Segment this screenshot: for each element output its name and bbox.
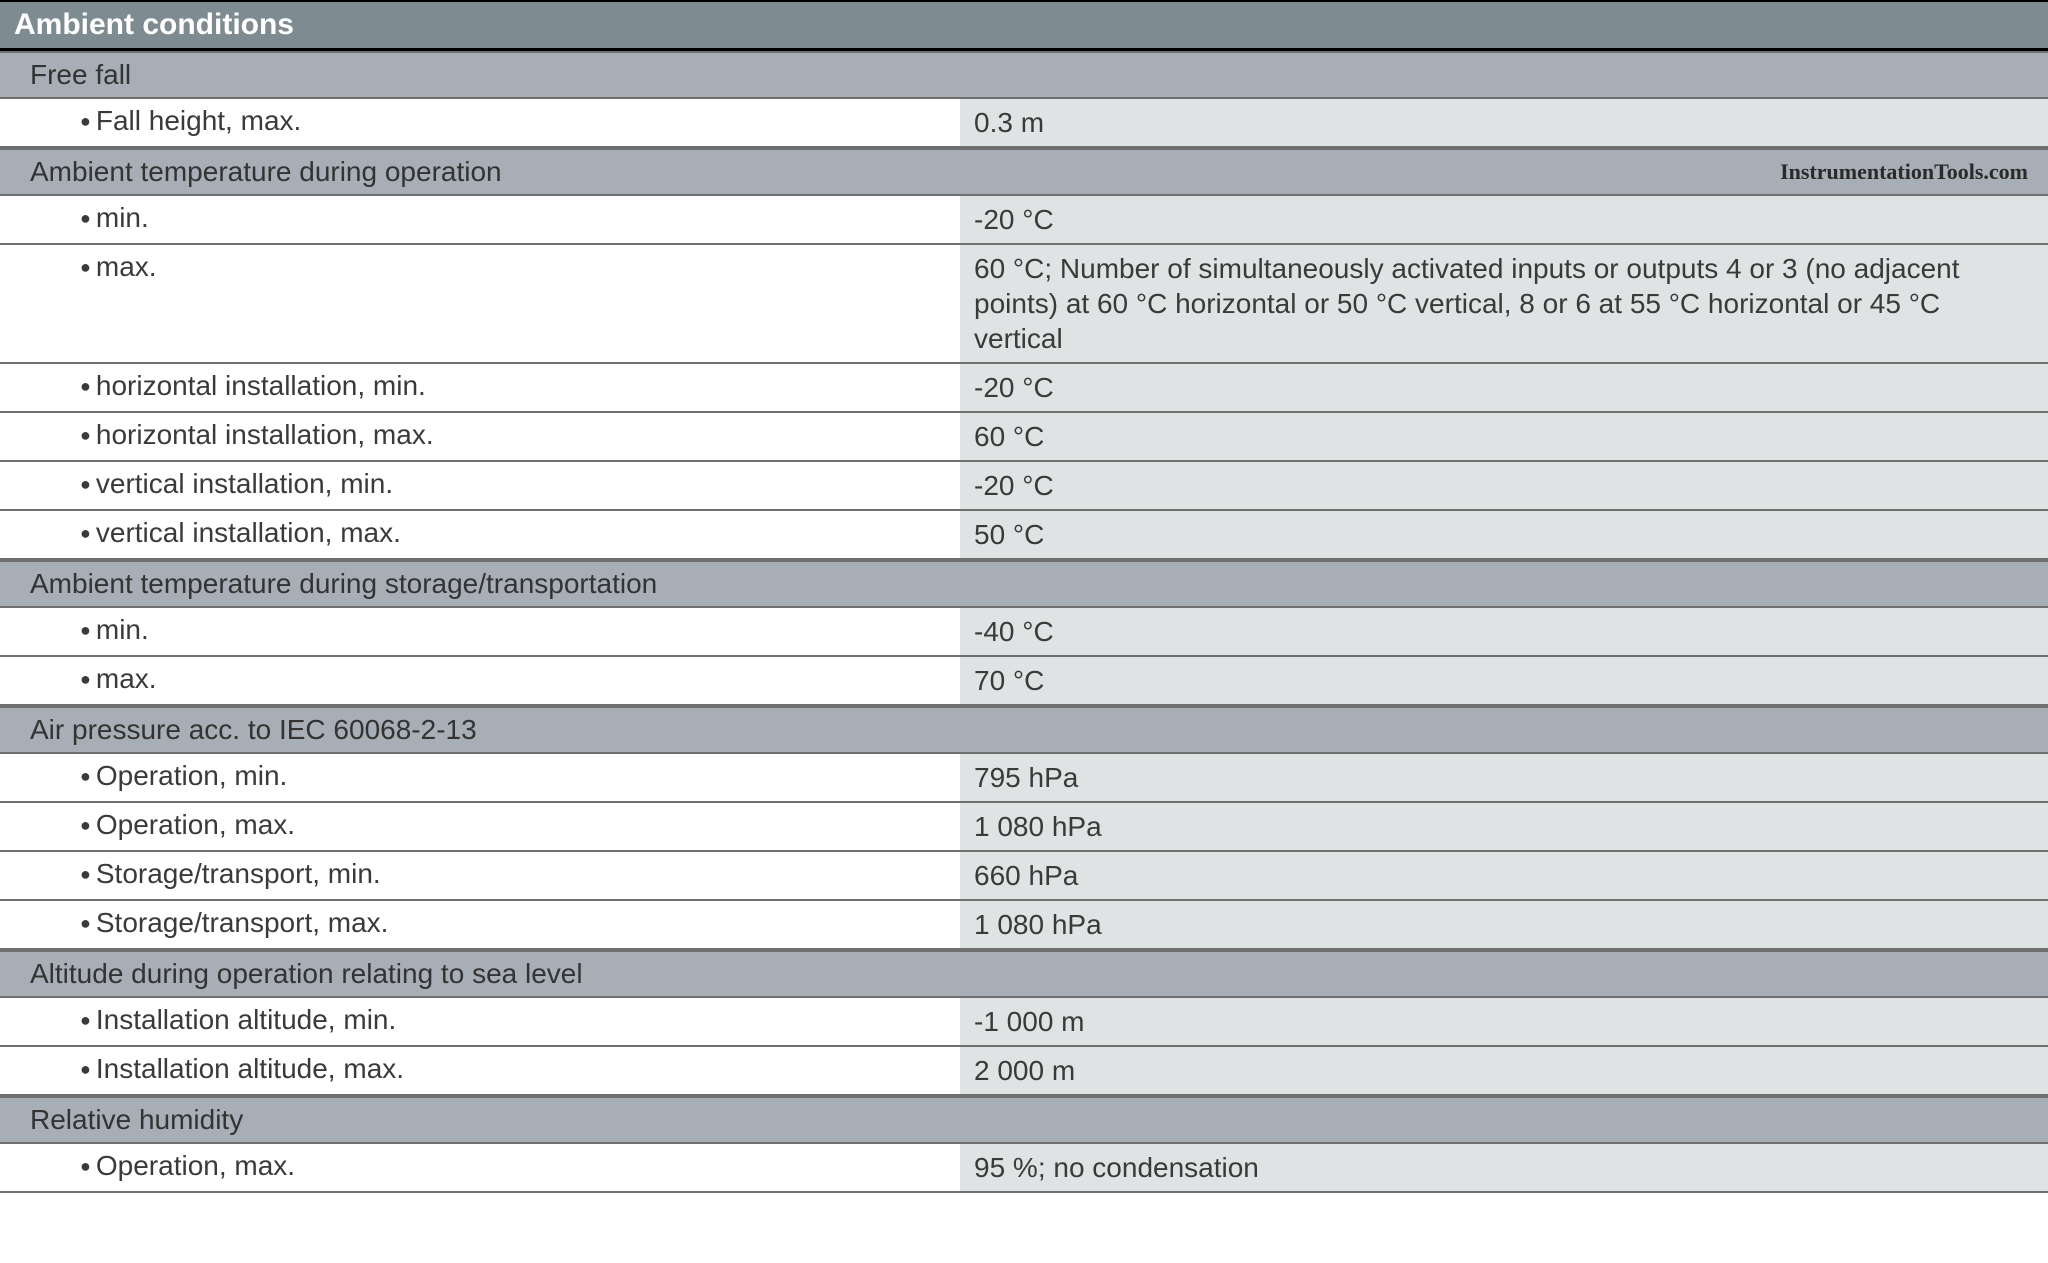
row-label: Operation, max. [0, 1144, 960, 1191]
section-title: Ambient conditions [0, 0, 2048, 51]
table-row: Installation altitude, min.-1 000 m [0, 998, 2048, 1047]
row-label: Fall height, max. [0, 99, 960, 146]
row-label: max. [0, 657, 960, 704]
row-value: 660 hPa [960, 852, 2048, 899]
row-label: Installation altitude, max. [0, 1047, 960, 1094]
table-row: Storage/transport, max.1 080 hPa [0, 901, 2048, 950]
groups-container: Free fallFall height, max.0.3 mAmbient t… [0, 51, 2048, 1193]
category-heading: Relative humidity [0, 1096, 2048, 1144]
category-heading: Ambient temperature during operation Inst… [0, 148, 2048, 196]
category-heading-text: Altitude during operation relating to se… [30, 958, 583, 989]
row-value: 1 080 hPa [960, 901, 2048, 948]
table-row: Operation, max.1 080 hPa [0, 803, 2048, 852]
row-value: -20 °C [960, 364, 2048, 411]
table-row: Storage/transport, min.660 hPa [0, 852, 2048, 901]
row-label: horizontal installation, min. [0, 364, 960, 411]
row-label: max. [0, 245, 960, 362]
table-row: vertical installation, max.50 °C [0, 511, 2048, 560]
row-value: 60 °C [960, 413, 2048, 460]
row-value: -20 °C [960, 196, 2048, 243]
row-value: 50 °C [960, 511, 2048, 558]
table-row: vertical installation, min.-20 °C [0, 462, 2048, 511]
row-label: Installation altitude, min. [0, 998, 960, 1045]
row-label: Operation, min. [0, 754, 960, 801]
row-label: Storage/transport, min. [0, 852, 960, 899]
category-heading-text: Ambient temperature during operation [30, 156, 502, 187]
row-label: vertical installation, min. [0, 462, 960, 509]
row-value: -40 °C [960, 608, 2048, 655]
table-row: horizontal installation, min.-20 °C [0, 364, 2048, 413]
row-value: 795 hPa [960, 754, 2048, 801]
table-row: Fall height, max.0.3 m [0, 99, 2048, 148]
table-row: horizontal installation, max.60 °C [0, 413, 2048, 462]
row-value: 1 080 hPa [960, 803, 2048, 850]
category-heading-text: Ambient temperature during storage/trans… [30, 568, 657, 599]
table-row: max.70 °C [0, 657, 2048, 706]
table-row: min.-20 °C [0, 196, 2048, 245]
category-heading-text: Air pressure acc. to IEC 60068-2-13 [30, 714, 477, 745]
row-value: 2 000 m [960, 1047, 2048, 1094]
category-heading: Altitude during operation relating to se… [0, 950, 2048, 998]
watermark-text: InstrumentationTools.com [1780, 159, 2028, 185]
category-heading: Ambient temperature during storage/trans… [0, 560, 2048, 608]
row-value: -20 °C [960, 462, 2048, 509]
category-heading-text: Relative humidity [30, 1104, 243, 1135]
row-label: min. [0, 608, 960, 655]
table-row: min.-40 °C [0, 608, 2048, 657]
row-value: 95 %; no condensation [960, 1144, 2048, 1191]
row-value: 70 °C [960, 657, 2048, 704]
table-row: Operation, max.95 %; no condensation [0, 1144, 2048, 1193]
table-row: Installation altitude, max.2 000 m [0, 1047, 2048, 1096]
row-label: Operation, max. [0, 803, 960, 850]
row-label: horizontal installation, max. [0, 413, 960, 460]
row-label: min. [0, 196, 960, 243]
row-value: 0.3 m [960, 99, 2048, 146]
category-heading-text: Free fall [30, 59, 131, 90]
row-label: Storage/transport, max. [0, 901, 960, 948]
table-row: max.60 °C; Number of simultaneously acti… [0, 245, 2048, 364]
spec-table: Ambient conditions Free fall Fall height,… [0, 0, 2048, 1193]
row-value: -1 000 m [960, 998, 2048, 1045]
row-value: 60 °C; Number of simultaneously activate… [960, 245, 2048, 362]
category-heading: Free fall [0, 51, 2048, 99]
category-heading: Air pressure acc. to IEC 60068-2-13 [0, 706, 2048, 754]
table-row: Operation, min.795 hPa [0, 754, 2048, 803]
row-label: vertical installation, max. [0, 511, 960, 558]
